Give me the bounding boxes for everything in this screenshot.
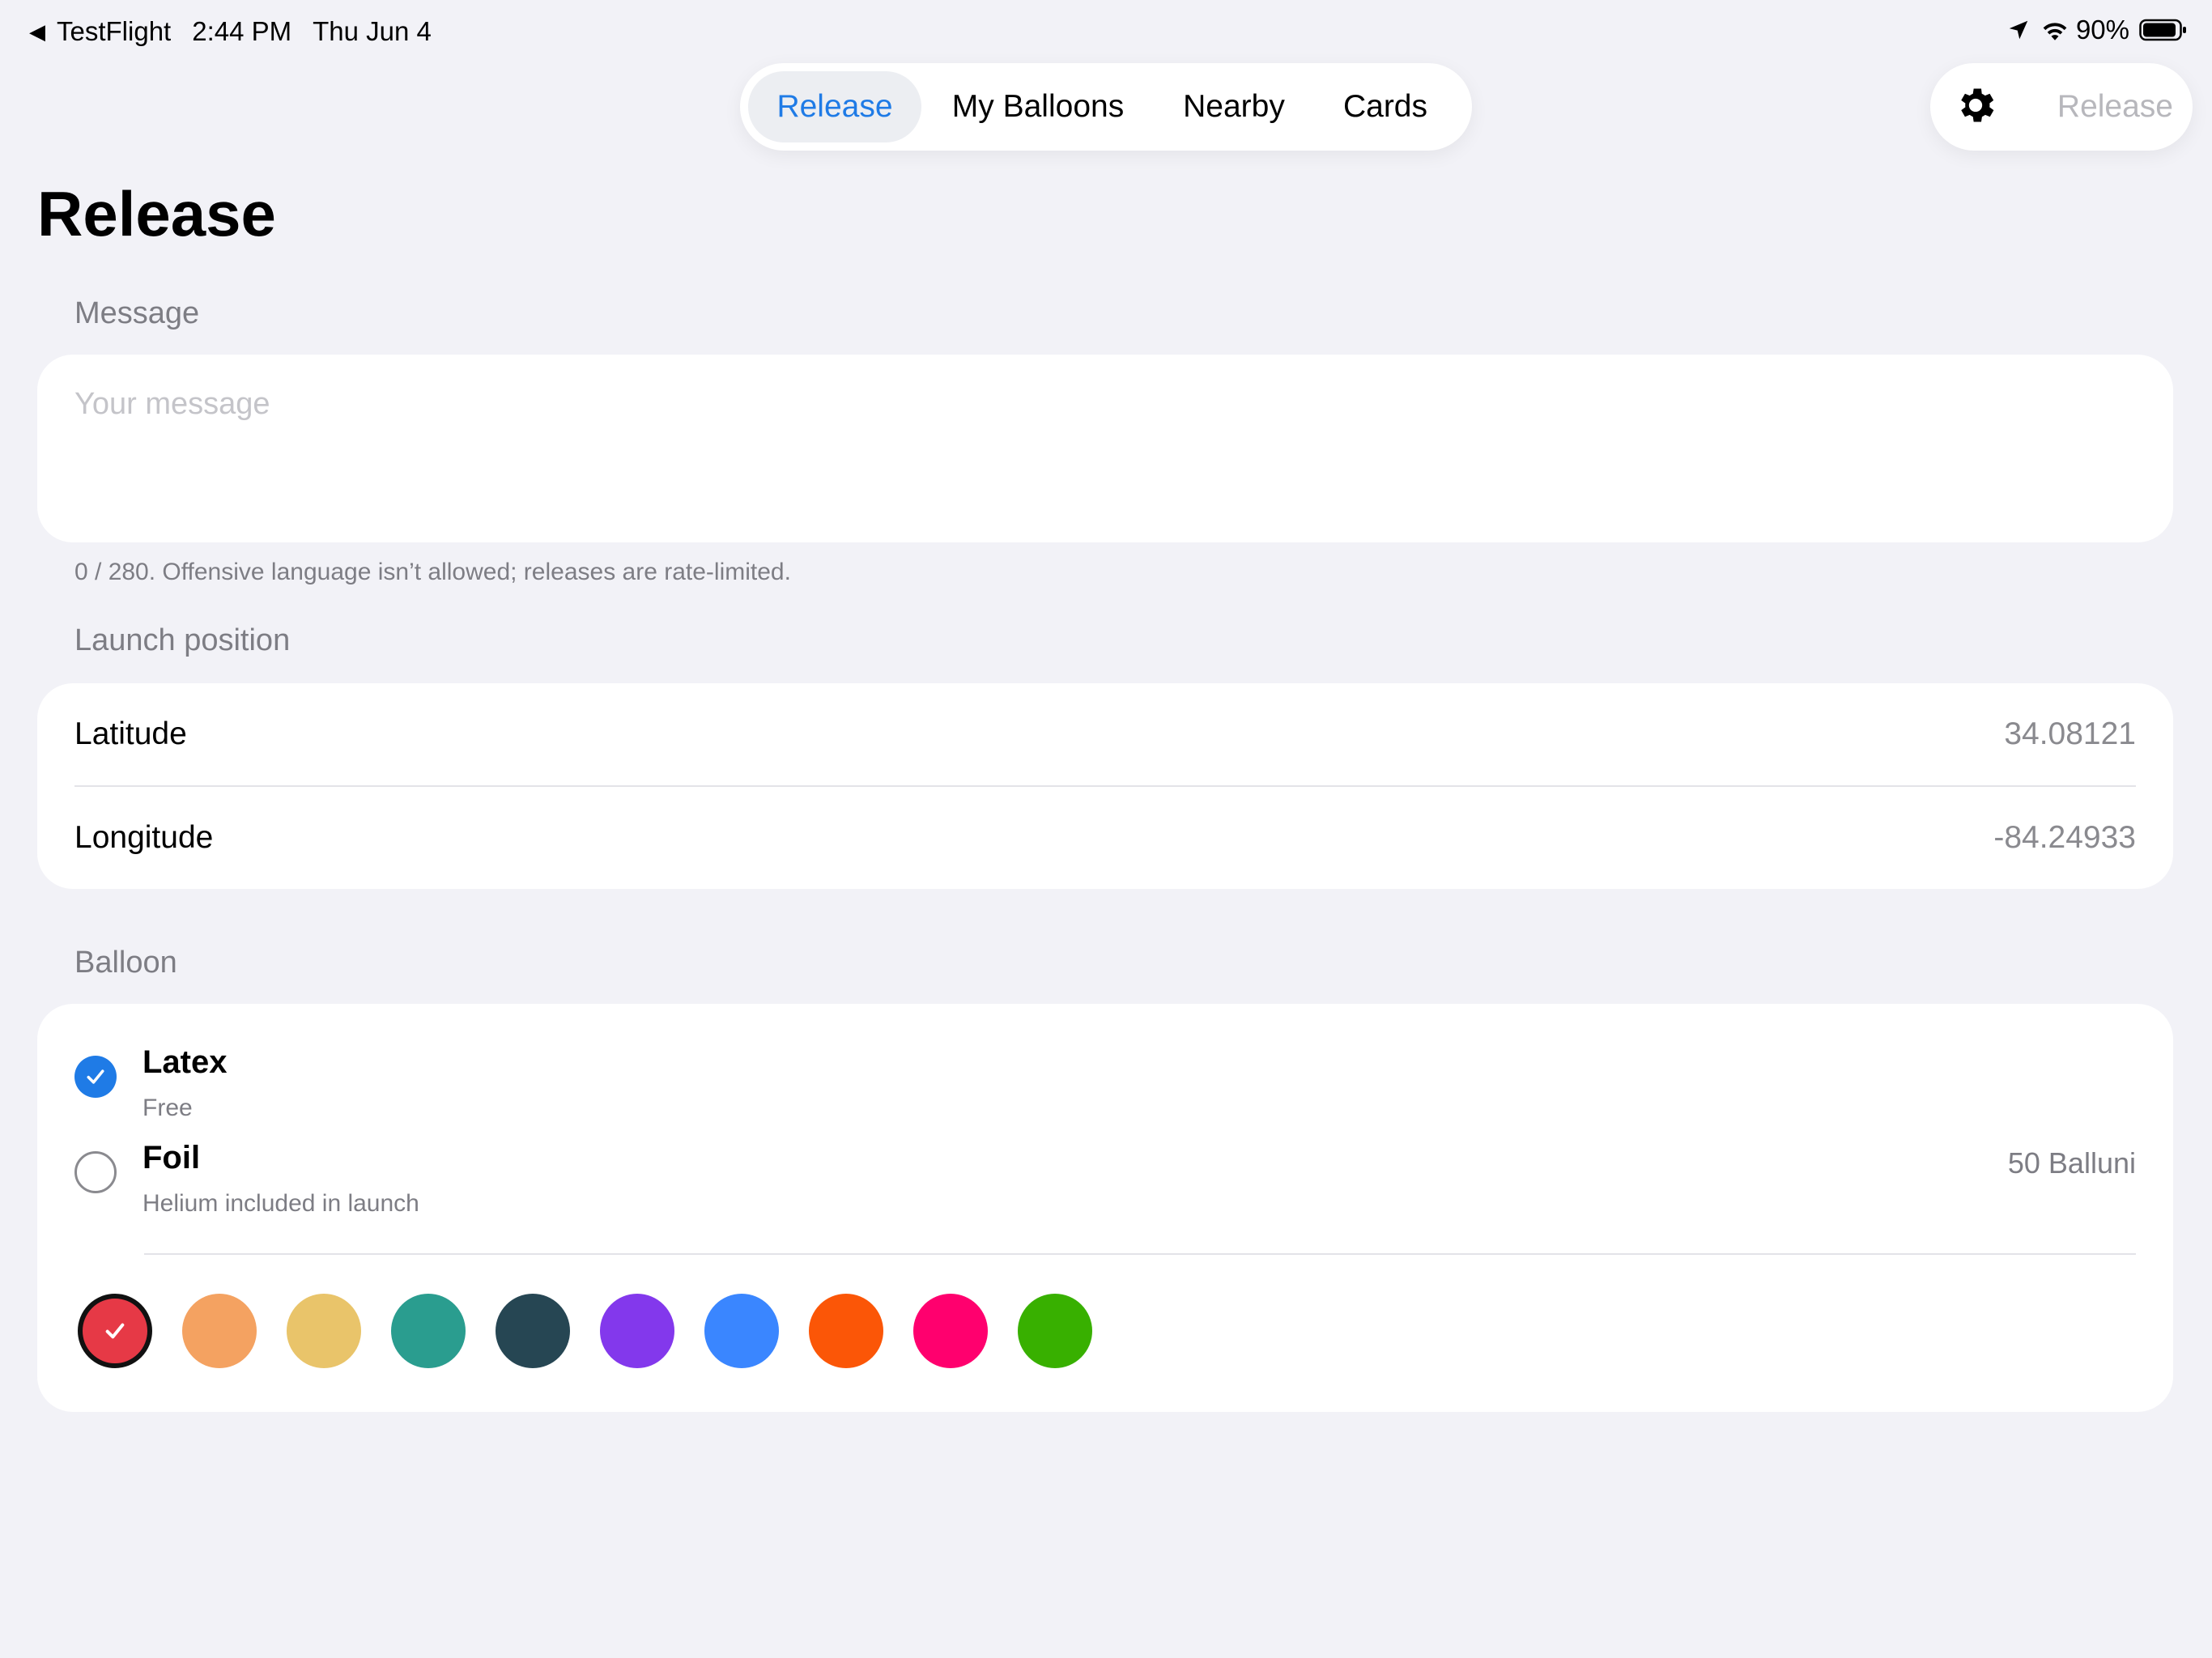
- battery-percent: 90%: [2075, 15, 2129, 45]
- status-bar: ◀ TestFlight 2:44 PM Thu Jun 4 90%: [0, 0, 2212, 65]
- color-swatch[interactable]: [287, 1294, 361, 1368]
- message-section-label: Message: [74, 296, 200, 330]
- page-title: Release: [37, 178, 276, 249]
- launch-position-card: Latitude 34.08121 Longitude -84.24933: [37, 683, 2173, 889]
- release-button[interactable]: Release: [2057, 89, 2173, 125]
- tab-my-balloons[interactable]: My Balloons: [921, 71, 1155, 142]
- back-triangle-icon[interactable]: ◀: [29, 19, 45, 45]
- color-swatch[interactable]: [182, 1294, 257, 1368]
- balloon-divider: [144, 1253, 2136, 1255]
- option-price: 50 Balluni: [2007, 1146, 2136, 1180]
- longitude-value: -84.24933: [1993, 820, 2136, 855]
- battery-icon: [2139, 18, 2188, 42]
- color-swatches: [78, 1294, 1122, 1368]
- tab-cards[interactable]: Cards: [1313, 71, 1457, 142]
- message-input[interactable]: [74, 387, 2131, 517]
- tab-nearby[interactable]: Nearby: [1155, 71, 1313, 142]
- color-swatch[interactable]: [913, 1294, 988, 1368]
- balloon-section-label: Balloon: [74, 946, 177, 980]
- status-time: 2:44 PM: [192, 16, 292, 46]
- color-swatch[interactable]: [809, 1294, 883, 1368]
- message-help-text: 0 / 280. Offensive language isn’t allowe…: [74, 559, 791, 585]
- color-swatch[interactable]: [78, 1294, 152, 1368]
- balloon-option-latex[interactable]: Latex Free: [74, 1044, 2136, 1133]
- color-swatch[interactable]: [600, 1294, 674, 1368]
- toolbar-pill: Release: [1930, 63, 2193, 151]
- tab-bar: Release My Balloons Nearby Cards: [740, 63, 1472, 151]
- latitude-label: Latitude: [74, 716, 187, 751]
- launch-position-section-label: Launch position: [74, 623, 291, 657]
- message-card: [37, 355, 2173, 542]
- color-swatch[interactable]: [1018, 1294, 1092, 1368]
- location-arrow-icon: [2006, 18, 2031, 42]
- tab-release[interactable]: Release: [748, 71, 921, 142]
- radio-unchecked-icon[interactable]: [74, 1151, 117, 1193]
- latitude-value: 34.08121: [2004, 716, 2136, 751]
- back-to-app-label[interactable]: TestFlight: [57, 16, 171, 47]
- option-title: Foil: [143, 1140, 201, 1175]
- color-swatch[interactable]: [496, 1294, 570, 1368]
- radio-checked-icon[interactable]: [74, 1056, 117, 1098]
- checkmark-icon: [105, 1323, 125, 1339]
- status-date: Thu Jun 4: [313, 16, 432, 46]
- status-left: ◀ TestFlight 2:44 PM Thu Jun 4: [29, 16, 453, 47]
- latitude-row[interactable]: Latitude 34.08121: [74, 683, 2136, 785]
- option-title: Latex: [143, 1044, 228, 1080]
- balloon-option-foil[interactable]: Foil Helium included in launch 50 Ballun…: [74, 1140, 2136, 1229]
- status-right: 90%: [2006, 15, 2188, 45]
- wifi-icon: [2040, 18, 2069, 42]
- option-subtitle: Helium included in launch: [143, 1190, 419, 1217]
- balloon-card: Latex Free Foil Helium included in launc…: [37, 1004, 2173, 1412]
- longitude-row[interactable]: Longitude -84.24933: [74, 787, 2136, 889]
- option-subtitle: Free: [143, 1095, 193, 1121]
- color-swatch[interactable]: [704, 1294, 779, 1368]
- gear-icon[interactable]: [1953, 83, 1998, 132]
- color-swatch[interactable]: [391, 1294, 466, 1368]
- longitude-label: Longitude: [74, 820, 214, 855]
